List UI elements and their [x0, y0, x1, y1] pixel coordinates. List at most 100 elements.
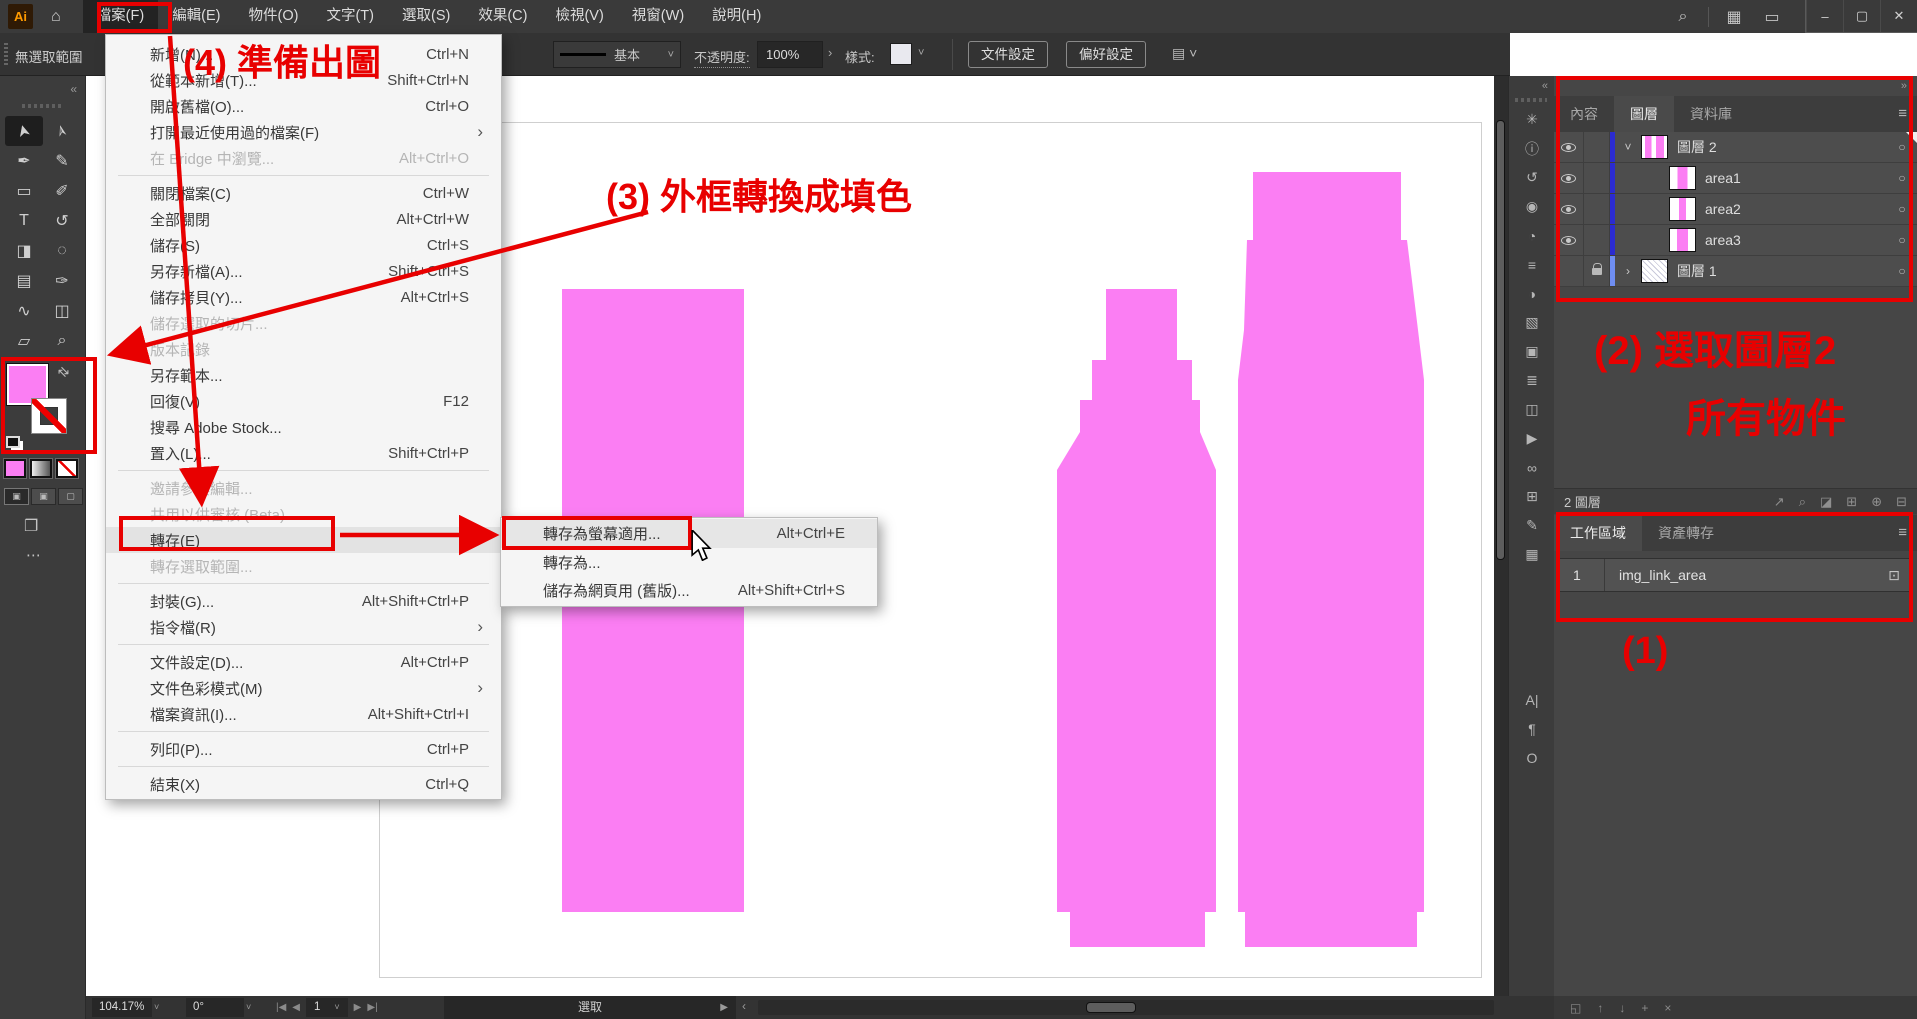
paragraph-icon[interactable]: ¶ [1517, 719, 1547, 738]
clipping-mask-icon[interactable]: ◪ [1820, 494, 1832, 510]
menu-item[interactable]: 在 Bridge 中瀏覽... Alt+Ctrl+O [106, 145, 501, 171]
layer-name[interactable]: area1 [1705, 170, 1887, 186]
menubar-item[interactable]: 文字(T) [312, 0, 388, 33]
menu-item[interactable]: 從範本新增(T)... Shift+Ctrl+N [106, 67, 501, 93]
next-artboard-icon[interactable]: ▶ [354, 1002, 362, 1013]
none-button[interactable] [56, 459, 78, 478]
eraser-tool[interactable]: ◨ [5, 236, 43, 266]
color-button[interactable] [4, 459, 26, 478]
submenu-item[interactable]: 轉存為螢幕適用... Alt+Ctrl+E [501, 519, 877, 548]
grip-handle[interactable] [1515, 98, 1547, 102]
target-circle-icon[interactable]: ○ [1887, 233, 1917, 247]
visibility-toggle[interactable] [1554, 194, 1584, 224]
properties-icon[interactable]: ✳ [1517, 110, 1547, 129]
artboard-number-select[interactable]: 1 ˅ [306, 998, 348, 1017]
collapse-panel-icon[interactable]: » [1901, 80, 1907, 92]
swap-fill-stroke-icon[interactable]: ⇄ [54, 362, 73, 381]
menubar-item[interactable]: 說明(H) [698, 0, 775, 33]
close-button[interactable]: ✕ [1880, 0, 1917, 32]
menu-item[interactable]: 文件設定(D)... Alt+Ctrl+P [106, 649, 501, 675]
shape-builder-tool[interactable]: ◫ [43, 296, 81, 326]
stroke-preset-select[interactable]: 基本 ˅ [553, 41, 681, 68]
menubar-item[interactable]: 檢視(V) [541, 0, 617, 33]
default-fill-stroke-icon[interactable] [6, 436, 20, 448]
visibility-toggle[interactable] [1554, 225, 1584, 255]
menu-item[interactable]: 儲存選取的切片... [106, 310, 501, 336]
lasso-tool[interactable]: ◌ [43, 236, 81, 266]
grip-handle[interactable] [4, 43, 8, 65]
visibility-toggle[interactable] [1554, 163, 1584, 193]
pathfinder-icon[interactable]: ◫ [1517, 400, 1547, 419]
move-down-icon[interactable]: ↓ [1619, 1001, 1625, 1015]
collapse-icon[interactable]: ‹ [742, 999, 746, 1013]
zoom-level-select[interactable]: 104.17% [92, 998, 152, 1017]
target-circle-icon[interactable]: ○ [1887, 264, 1917, 278]
home-icon[interactable]: ⌂ [51, 8, 61, 26]
chevron-down-icon[interactable]: ˅ [154, 998, 159, 1017]
menu-item[interactable]: 另存新檔(A)... Shift+Ctrl+S [106, 258, 501, 284]
lock-toggle[interactable] [1584, 256, 1610, 286]
panel-tab[interactable]: 工作區域 [1554, 515, 1642, 551]
visibility-toggle[interactable] [1554, 132, 1584, 162]
menu-item[interactable]: 全部關閉 Alt+Ctrl+W [106, 206, 501, 232]
menu-item[interactable]: 另存範本... [106, 362, 501, 388]
menu-item[interactable]: 檔案資訊(I)... Alt+Shift+Ctrl+I [106, 701, 501, 727]
vertical-scrollbar[interactable] [1494, 76, 1508, 996]
symbols-icon[interactable]: ⊞ [1517, 487, 1547, 506]
lock-toggle[interactable] [1584, 163, 1610, 193]
opacity-input[interactable]: 100% [757, 41, 823, 68]
opentype-icon[interactable]: O [1517, 748, 1547, 767]
new-item-icon[interactable]: + [1641, 1001, 1648, 1015]
layer-thumbnail[interactable] [1641, 259, 1668, 283]
artboard-name[interactable]: img_link_area [1605, 567, 1876, 583]
submenu-item[interactable]: 儲存為網頁用 (舊版)... Alt+Shift+Ctrl+S [501, 576, 877, 605]
draw-behind-button[interactable]: ▣ [31, 488, 56, 505]
gradient-tool[interactable]: ▤ [5, 266, 43, 296]
direct-selection-tool[interactable]: ➢ [43, 116, 81, 146]
gradient-button[interactable] [30, 459, 52, 478]
grip-handle[interactable] [22, 104, 64, 108]
arrange-documents-icon[interactable]: ▤ ˅ [1172, 45, 1197, 62]
last-artboard-icon[interactable]: ▶| [367, 1002, 377, 1013]
panel-tab[interactable]: 資產轉存 [1642, 515, 1730, 551]
lock-toggle[interactable] [1584, 225, 1610, 255]
menu-item[interactable]: 轉存選取範圍... [106, 553, 501, 579]
rectangle-tool[interactable]: ▭ [5, 176, 43, 206]
status-menu-icon[interactable]: ▶ [720, 996, 728, 1019]
type-tool[interactable]: T [5, 206, 43, 236]
layer-name[interactable]: area2 [1705, 201, 1887, 217]
artboard-list-item[interactable]: 1 img_link_area ⊡ [1558, 558, 1913, 592]
menu-item[interactable]: 共用以供審核 (Beta)... [106, 501, 501, 527]
layer-name[interactable]: area3 [1705, 232, 1887, 248]
selection-tool[interactable]: ➤ [5, 116, 43, 146]
edit-toolbar-icon[interactable]: ⋯ [26, 546, 42, 564]
rotate-tool[interactable]: ↺ [43, 206, 81, 236]
menu-item[interactable]: 新增(N)... Ctrl+N [106, 41, 501, 67]
preferences-button[interactable]: 偏好設定 [1066, 41, 1146, 68]
expand-icon[interactable]: ◱ [1570, 1001, 1581, 1015]
horizontal-scrollbar[interactable] [758, 1000, 1494, 1015]
visibility-toggle[interactable] [1554, 256, 1584, 286]
menu-item[interactable]: 結束(X) Ctrl+Q [106, 771, 501, 797]
new-sublayer-icon[interactable]: ⊞ [1846, 494, 1857, 510]
layer-row[interactable]: ˅ 圖層 2 ○ [1554, 132, 1917, 163]
layer-name[interactable]: 圖層 2 [1677, 137, 1887, 157]
artboard-icon[interactable]: ⊡ [1876, 567, 1912, 584]
menu-item[interactable]: 置入(L)... Shift+Ctrl+P [106, 440, 501, 466]
menu-item[interactable]: 文件色彩模式(M) › [106, 675, 501, 701]
menu-item[interactable]: 邀請參與編輯... [106, 475, 501, 501]
curvature-tool[interactable]: ✎ [43, 146, 81, 176]
delete-item-icon[interactable]: × [1664, 1001, 1671, 1015]
app-logo[interactable]: Ai [8, 4, 33, 29]
layer-row[interactable]: area2 ○ [1554, 194, 1917, 225]
menu-item[interactable]: 搜尋 Adobe Stock... [106, 414, 501, 440]
menubar-item[interactable]: 選取(S) [388, 0, 464, 33]
chevron-down-icon[interactable]: ˅ [918, 47, 924, 59]
transparency-icon[interactable]: ◑ [1517, 284, 1547, 303]
layer-name[interactable]: 圖層 1 [1677, 261, 1887, 281]
stroke-icon[interactable]: ≡ [1517, 255, 1547, 274]
target-circle-icon[interactable]: ○ [1887, 140, 1917, 154]
panel-tab[interactable]: 資料庫 [1674, 96, 1748, 132]
align-icon[interactable]: ≣ [1517, 371, 1547, 390]
document-window-icon[interactable]: ▭ [1753, 7, 1791, 27]
